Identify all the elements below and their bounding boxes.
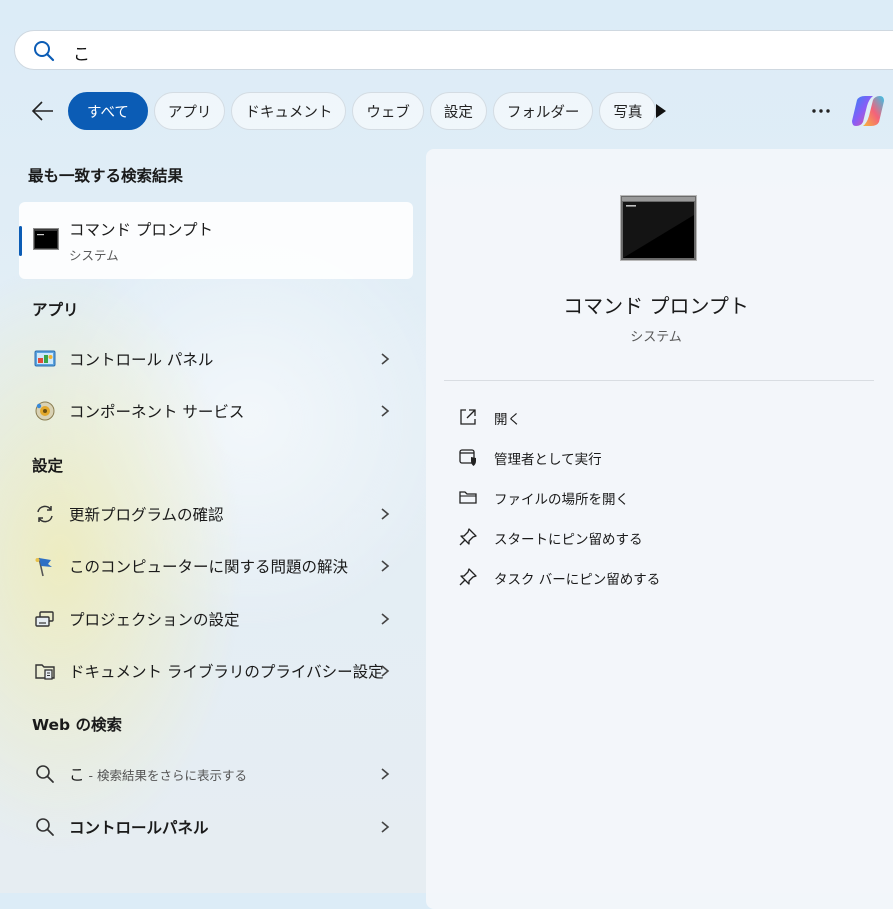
preview-title: コマンド プロンプト xyxy=(563,294,749,318)
settings-heading: 設定 xyxy=(32,457,64,475)
search-input[interactable] xyxy=(71,37,675,67)
chevron-right-icon xyxy=(381,405,390,417)
filter-photos[interactable]: 写真 xyxy=(599,92,657,130)
search-icon xyxy=(36,765,54,783)
action-label: 管理者として実行 xyxy=(494,452,602,468)
action-pin-to-start[interactable]: スタートにピン留めする xyxy=(456,521,856,553)
setting-item-label: このコンピューターに関する問題の解決 xyxy=(69,558,349,576)
action-label: タスク バーにピン留めする xyxy=(494,572,661,588)
filter-all[interactable]: すべて xyxy=(68,92,148,130)
pin-icon xyxy=(459,528,477,546)
app-item-component-services[interactable]: コンポーネント サービス xyxy=(19,387,413,435)
folder-icon xyxy=(459,491,477,504)
web-search-heading: Web の検索 xyxy=(32,716,123,734)
action-open[interactable]: 開く xyxy=(456,401,856,433)
app-item-label: コントロール パネル xyxy=(69,351,214,369)
chevron-right-icon xyxy=(381,353,390,365)
filter-settings[interactable]: 設定 xyxy=(429,92,487,130)
control-panel-icon xyxy=(34,350,56,367)
back-arrow-icon[interactable] xyxy=(30,98,56,124)
troubleshoot-flag-icon xyxy=(35,557,52,577)
document-library-icon xyxy=(35,664,55,680)
web-search-item[interactable]: こ - 検索結果をさらに表示する xyxy=(19,750,413,798)
action-label: 開く xyxy=(494,412,521,428)
setting-item-label: プロジェクションの設定 xyxy=(69,611,240,629)
setting-item-label: 更新プログラムの確認 xyxy=(69,506,224,524)
setting-item-label: ドキュメント ライブラリのプライバシー設定 xyxy=(69,663,384,681)
component-services-icon xyxy=(35,401,55,421)
copilot-icon[interactable] xyxy=(849,92,887,130)
chevron-right-icon xyxy=(381,560,390,572)
chevron-right-icon xyxy=(381,508,390,520)
command-prompt-large-icon xyxy=(620,195,697,261)
setting-item-projection[interactable]: プロジェクションの設定 xyxy=(19,595,413,643)
chevron-right-icon xyxy=(381,821,390,833)
action-label: スタートにピン留めする xyxy=(494,532,643,548)
web-search-item[interactable]: コントロールパネル xyxy=(19,803,413,851)
preview-subtitle: システム xyxy=(630,330,682,345)
best-match-name: コマンド プロンプト xyxy=(69,221,213,239)
chevron-right-icon xyxy=(381,665,390,677)
open-external-icon xyxy=(460,409,476,425)
selection-indicator xyxy=(19,226,22,256)
apps-heading: アプリ xyxy=(32,301,79,319)
chevron-right-icon xyxy=(381,768,390,780)
action-run-as-admin[interactable]: 管理者として実行 xyxy=(456,441,856,473)
filter-chips: すべて アプリ ドキュメント ウェブ 設定 フォルダー 写真 xyxy=(68,92,657,130)
best-match-sub: システム xyxy=(69,248,119,263)
projection-icon xyxy=(35,611,54,627)
sync-icon xyxy=(37,505,53,523)
web-search-query: こ xyxy=(69,766,85,784)
web-search-query: コントロールパネル xyxy=(69,819,209,837)
best-match-item[interactable]: コマンド プロンプト システム xyxy=(19,202,413,279)
app-item-control-panel[interactable]: コントロール パネル xyxy=(19,335,413,383)
search-icon xyxy=(34,41,55,62)
action-label: ファイルの場所を開く xyxy=(494,492,629,508)
preview-divider xyxy=(444,380,874,381)
setting-item-troubleshoot[interactable]: このコンピューターに関する問題の解決 xyxy=(19,542,413,590)
best-match-heading: 最も一致する検索結果 xyxy=(28,167,184,185)
action-open-file-location[interactable]: ファイルの場所を開く xyxy=(456,481,856,513)
filter-documents[interactable]: ドキュメント xyxy=(231,92,347,130)
search-bar[interactable] xyxy=(14,30,893,70)
filter-apps[interactable]: アプリ xyxy=(153,92,226,130)
filter-web[interactable]: ウェブ xyxy=(352,92,424,130)
command-prompt-icon xyxy=(33,228,59,250)
more-options-icon[interactable] xyxy=(808,98,834,124)
app-item-label: コンポーネント サービス xyxy=(69,403,245,421)
more-filters-play-icon[interactable] xyxy=(652,101,670,121)
admin-shield-icon xyxy=(459,449,476,466)
web-search-hint: - 検索結果をさらに表示する xyxy=(84,768,247,783)
chevron-right-icon xyxy=(381,613,390,625)
setting-item-update-check[interactable]: 更新プログラムの確認 xyxy=(19,490,413,538)
setting-item-document-library-privacy[interactable]: ドキュメント ライブラリのプライバシー設定 xyxy=(19,647,413,695)
pin-icon xyxy=(459,568,477,586)
filter-folders[interactable]: フォルダー xyxy=(492,92,594,130)
web-search-label: こ - 検索結果をさらに表示する xyxy=(69,763,247,785)
action-pin-to-taskbar[interactable]: タスク バーにピン留めする xyxy=(456,561,856,593)
search-icon xyxy=(36,818,54,836)
